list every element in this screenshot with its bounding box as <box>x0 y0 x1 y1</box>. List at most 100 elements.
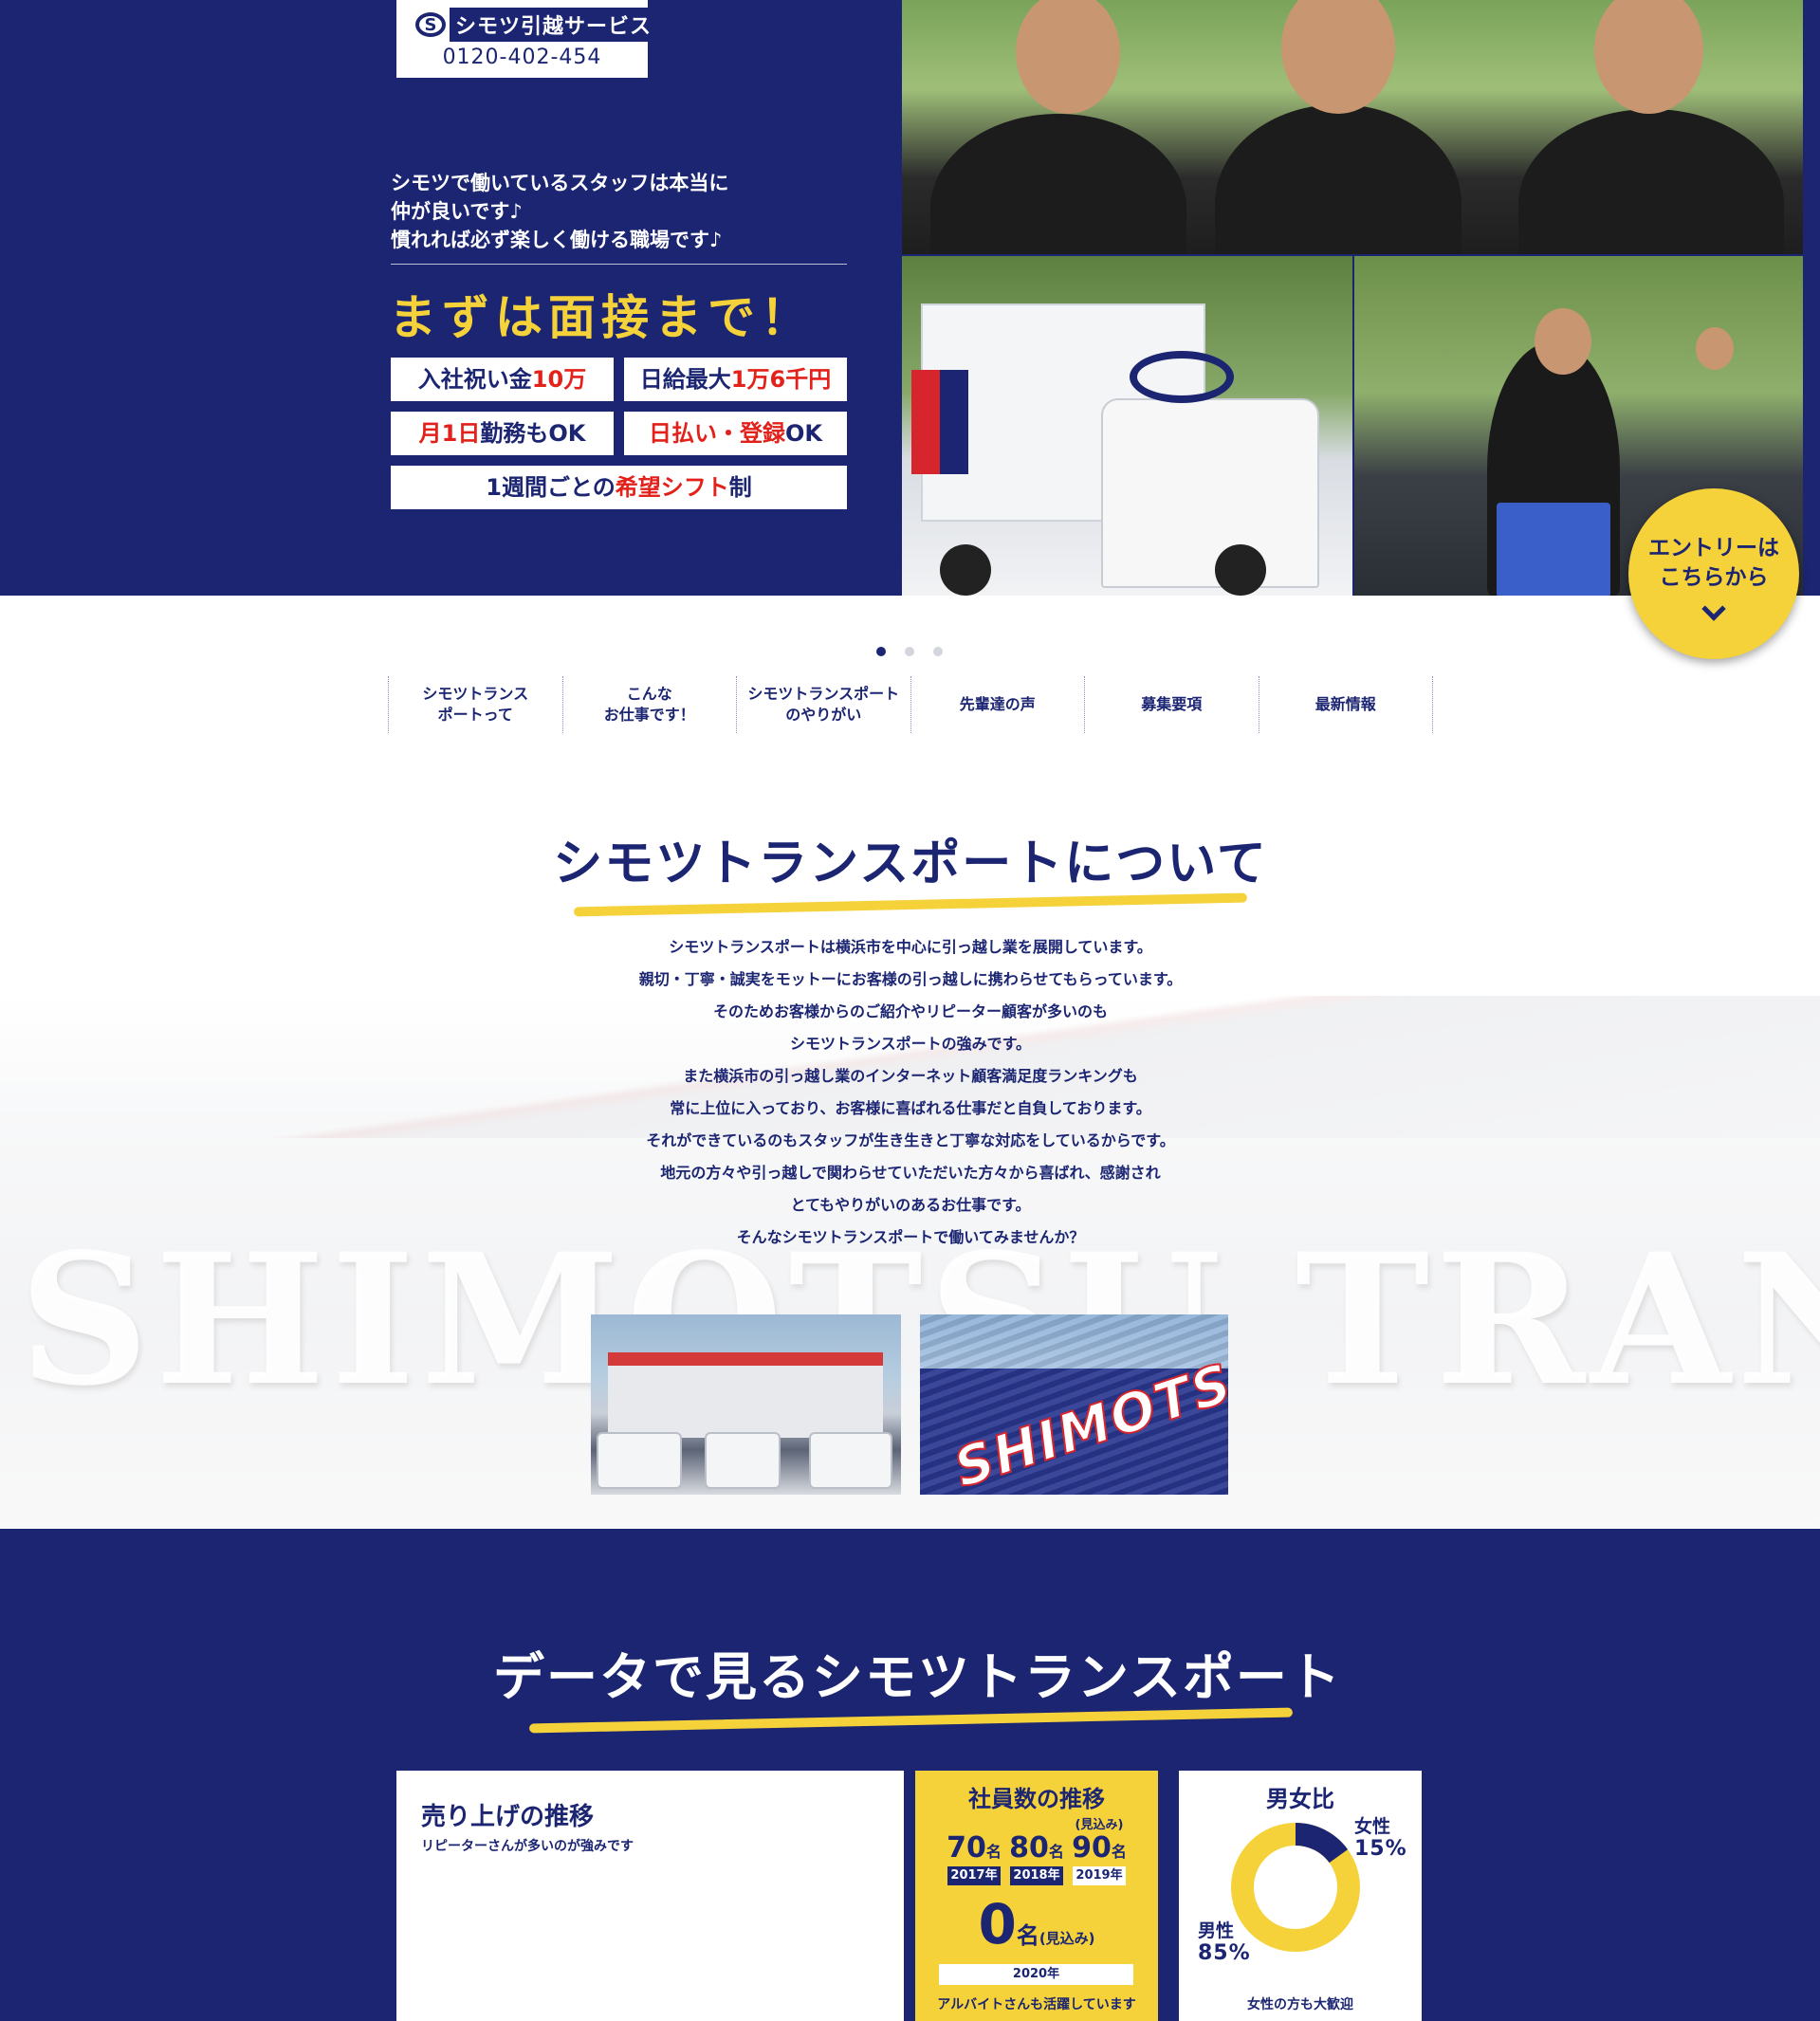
staff-figure <box>1594 0 1703 114</box>
nav-item-rewarding[interactable]: シモツトランスポート のやりがい <box>736 676 910 733</box>
entry-button[interactable]: エントリーは こちらから <box>1628 488 1799 659</box>
sales-title: 売り上げの推移 <box>421 1803 595 1831</box>
perk-highlight: 10万 <box>531 366 587 393</box>
staff-2020-count: 0名(見込み) <box>915 1892 1158 1957</box>
nav-item-about[interactable]: シモツトランス ポートって <box>388 676 562 733</box>
nav-item-recruit[interactable]: 募集要項 <box>1084 676 1259 733</box>
staff-big-num: 0 <box>978 1892 1017 1957</box>
truck-figure <box>1215 544 1266 596</box>
staff-title: 社員数の推移 <box>968 1786 1105 1812</box>
staff-figure <box>1215 104 1462 254</box>
slider-dot[interactable] <box>905 647 914 656</box>
mover-figure <box>1535 308 1591 375</box>
perk-badge: 日給最大1万6千円 <box>624 358 847 401</box>
staff-big-unit: 名 <box>1016 1922 1039 1949</box>
gender-male-label: 男性 85% <box>1198 1920 1251 1965</box>
about-paragraph: 常に上位に入っており、お客様に喜ばれる仕事だと自負しております。 <box>670 1099 1151 1117</box>
staff-2020-year: 2020年 <box>939 1964 1133 1985</box>
about-paragraph: とてもやりがいのあるお仕事です。 <box>790 1196 1031 1214</box>
staff-figure <box>930 114 1186 254</box>
about-photo-office <box>591 1314 901 1495</box>
staff-year-item: 70名 2017年 <box>946 1816 1002 1885</box>
logo[interactable]: S シモツ引越サービス 0120-402-454 <box>396 0 658 78</box>
slider-dots <box>876 647 943 656</box>
staff-count: 90 <box>1072 1831 1112 1865</box>
hero-section: S シモツ引越サービス 0120-402-454 シモツで働いているスタッフは本… <box>0 0 1820 596</box>
about-body: シモツトランスポートは横浜市を中心に引っ越し業を展開しています。 親切・丁寧・誠… <box>531 931 1290 1254</box>
gender-male-name: 男性 <box>1198 1920 1235 1941</box>
perk-badge: 入社祝い金10万 <box>391 358 614 401</box>
hero-cta-heading: まずは面接まで！ <box>389 290 814 345</box>
staff-footer: アルバイトさんも活躍しています <box>937 1997 1136 2012</box>
perk-highlight: 1万6千円 <box>730 366 832 393</box>
gender-female-value: 15% <box>1354 1837 1407 1861</box>
staff-count: 80 <box>1009 1831 1049 1865</box>
staff-figure <box>1518 109 1784 254</box>
about-paragraph: また横浜市の引っ越し業のインターネット顧客満足度ランキングも <box>683 1067 1138 1085</box>
hero-copy-line: 仲が良いです♪ <box>391 200 523 223</box>
gender-title: 男女比 <box>1266 1786 1334 1812</box>
staff-year-label: 2019年 <box>1073 1866 1126 1885</box>
about-paragraph: そんなシモツトランスポートで働いてみませんか？ <box>736 1228 1085 1246</box>
hero-copy: シモツで働いているスタッフは本当に 仲が良いです♪ 慣れれば必ず楽しく働ける職場… <box>391 169 846 254</box>
gender-female-name: 女性 <box>1354 1816 1391 1837</box>
truck-figure <box>1101 398 1319 588</box>
gender-female-label: 女性 15% <box>1354 1816 1407 1861</box>
sales-card: 売り上げの推移 リピーターさんが多いのが強みです <box>396 1771 904 2021</box>
gender-card: 男女比 女性 15% 男性 85% 女性の方も大歓迎 <box>1179 1771 1422 2021</box>
perk-highlight: 希望シフト <box>615 474 729 501</box>
gender-male-value: 85% <box>1198 1941 1251 1965</box>
staff-history: 70名 2017年 80名 2018年 (見込み) 90名 2019年 <box>915 1816 1158 1885</box>
office-building <box>608 1352 883 1438</box>
perk-badge: 1週間ごとの希望シフト制 <box>391 466 847 509</box>
logo-mark: S シモツ引越サービス <box>415 8 664 42</box>
staff-card: 社員数の推移 70名 2017年 80名 2018年 (見込み) 90名 201… <box>915 1771 1158 2021</box>
office-truck <box>809 1432 892 1489</box>
slider-dot[interactable] <box>933 647 943 656</box>
staff-year-label: 2017年 <box>947 1866 1001 1885</box>
office-truck <box>597 1432 682 1489</box>
entry-button-line: エントリーは <box>1648 536 1779 560</box>
slider-dot[interactable] <box>876 647 886 656</box>
data-heading: データで見るシモツトランスポート <box>493 1635 1340 1734</box>
nav-item-voices[interactable]: 先輩達の声 <box>910 676 1085 733</box>
title-underline <box>528 1707 1293 1734</box>
staff-estimate-note: (見込み) <box>1075 1818 1124 1832</box>
perk-text: 勤務もOK <box>480 420 586 447</box>
title-underline <box>573 892 1248 917</box>
about-photo-sign: SHIMOTSU <box>920 1314 1228 1495</box>
nav-item-news[interactable]: 最新情報 <box>1258 676 1433 733</box>
hero-copy-line: シモツで働いているスタッフは本当に <box>391 172 729 194</box>
sales-subtitle: リピーターさんが多いのが強みです <box>421 1839 634 1854</box>
hero-copy-line: 慣れれば必ず楽しく働ける職場です♪ <box>391 229 723 251</box>
mover-figure <box>1696 327 1734 370</box>
about-title: シモツトランスポートについて <box>553 836 1268 892</box>
staff-year-item: 80名 2018年 <box>1008 1816 1065 1885</box>
about-paragraph: そのためお客様からのご紹介やリピーター顧客が多いのも <box>712 1002 1108 1020</box>
office-truck <box>705 1432 781 1489</box>
nav-item-work[interactable]: こんな お仕事です！ <box>561 676 737 733</box>
truck-figure <box>1130 351 1234 403</box>
logo-name: シモツ引越サービス <box>450 8 658 42</box>
perk-text: 1週間ごとの <box>486 474 616 501</box>
perk-text: 制 <box>728 474 752 501</box>
header-phone[interactable]: 0120-402-454 <box>396 46 648 69</box>
perk-text: 入社祝い金 <box>417 366 532 393</box>
truck-figure <box>940 544 991 596</box>
perk-badge: 月1日勤務もOK <box>391 412 614 455</box>
chevron-down-icon <box>1701 597 1726 621</box>
staff-count: 70 <box>947 1831 986 1865</box>
about-section: SHIMOTSU TRANSPORT シモツトランスポートについて シモツトラン… <box>0 778 1820 1529</box>
about-paragraph: 親切・丁寧・誠実をモットーにお客様の引っ越しに携わらせてもらっています。 <box>638 970 1183 988</box>
logo-s-icon: S <box>415 12 446 37</box>
mover-figure <box>1497 503 1610 596</box>
data-section: データで見るシモツトランスポート 売り上げの推移 リピーターさんが多いのが強みで… <box>0 1529 1820 2021</box>
about-paragraph: シモツトランスポートは横浜市を中心に引っ越し業を展開しています。 <box>669 938 1152 956</box>
staff-unit: 名 <box>1111 1843 1127 1861</box>
staff-figure <box>1016 0 1120 114</box>
perk-highlight: 月1日 <box>418 420 481 447</box>
staff-big-note: (見込み) <box>1039 1930 1095 1947</box>
global-nav: シモツトランス ポートって こんな お仕事です！ シモツトランスポート のやりが… <box>388 676 1433 733</box>
staff-figure <box>1281 0 1395 114</box>
about-paragraph: シモツトランスポートの強みです。 <box>789 1035 1032 1053</box>
